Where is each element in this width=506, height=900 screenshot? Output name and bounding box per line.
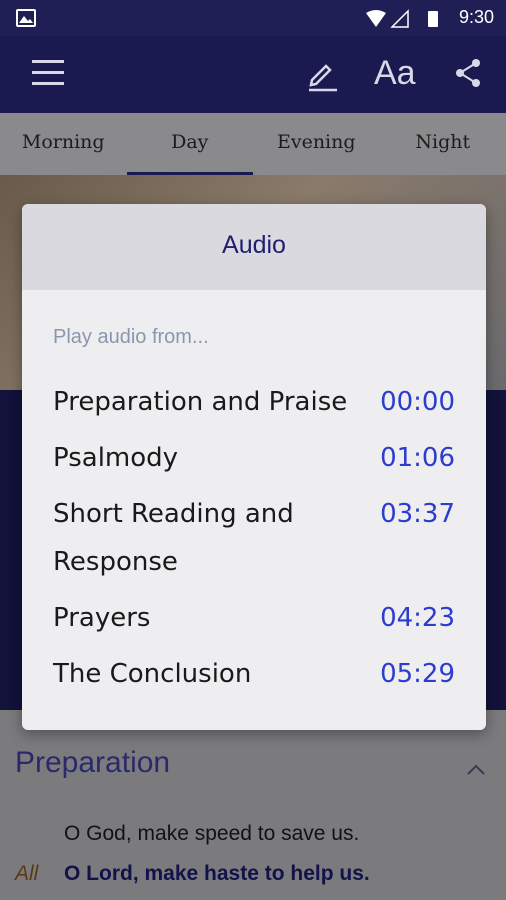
- menu-icon[interactable]: [32, 60, 64, 86]
- audio-item-time: 04:23: [380, 603, 455, 633]
- audio-item-time: 03:37: [380, 499, 455, 529]
- font-size-button[interactable]: Aa: [374, 54, 416, 93]
- office-tabs: Morning Day Evening Night: [0, 113, 506, 175]
- response: O Lord, make haste to help us.: [64, 862, 370, 885]
- dialog-title: Audio: [22, 204, 486, 290]
- audio-item-name: Preparation and Praise: [53, 387, 348, 417]
- tab-morning[interactable]: Morning: [0, 113, 127, 175]
- audio-item-time: 05:29: [380, 659, 455, 689]
- edit-icon[interactable]: [306, 58, 340, 92]
- app-bar: Aa: [0, 36, 506, 113]
- tab-evening[interactable]: Evening: [253, 113, 380, 175]
- audio-item-name: Psalmody: [53, 443, 179, 473]
- audio-item-name: The Conclusion: [53, 659, 252, 689]
- audio-item-name: Short Reading and Response: [53, 499, 294, 577]
- status-bar: 9:30: [0, 0, 506, 36]
- speaker-label: All: [15, 862, 39, 885]
- audio-item-short-reading[interactable]: Short Reading and Response 03:37: [53, 490, 455, 586]
- image-notification-icon: [16, 9, 36, 27]
- audio-item-time: 00:00: [380, 387, 455, 417]
- tab-day[interactable]: Day: [126, 113, 254, 175]
- audio-item-prayers[interactable]: Prayers 04:23: [53, 594, 455, 642]
- dialog-subtitle: Play audio from...: [53, 326, 209, 348]
- audio-item-preparation[interactable]: Preparation and Praise 00:00: [53, 378, 455, 426]
- content-section: Preparation O God, make speed to save us…: [0, 710, 506, 900]
- status-time: 9:30: [458, 7, 494, 27]
- audio-dialog: Audio Play audio from... Preparation and…: [22, 204, 486, 730]
- audio-item-time: 01:06: [380, 443, 455, 473]
- audio-item-psalmody[interactable]: Psalmody 01:06: [53, 434, 455, 482]
- audio-item-conclusion[interactable]: The Conclusion 05:29: [53, 650, 455, 698]
- versicle: O God, make speed to save us.: [64, 822, 360, 845]
- share-icon[interactable]: [454, 58, 484, 88]
- chevron-up-icon[interactable]: [466, 764, 486, 776]
- signal-battery-icons: [366, 9, 438, 28]
- section-heading[interactable]: Preparation: [15, 746, 170, 780]
- audio-item-name: Prayers: [53, 603, 151, 633]
- tab-night[interactable]: Night: [380, 113, 506, 175]
